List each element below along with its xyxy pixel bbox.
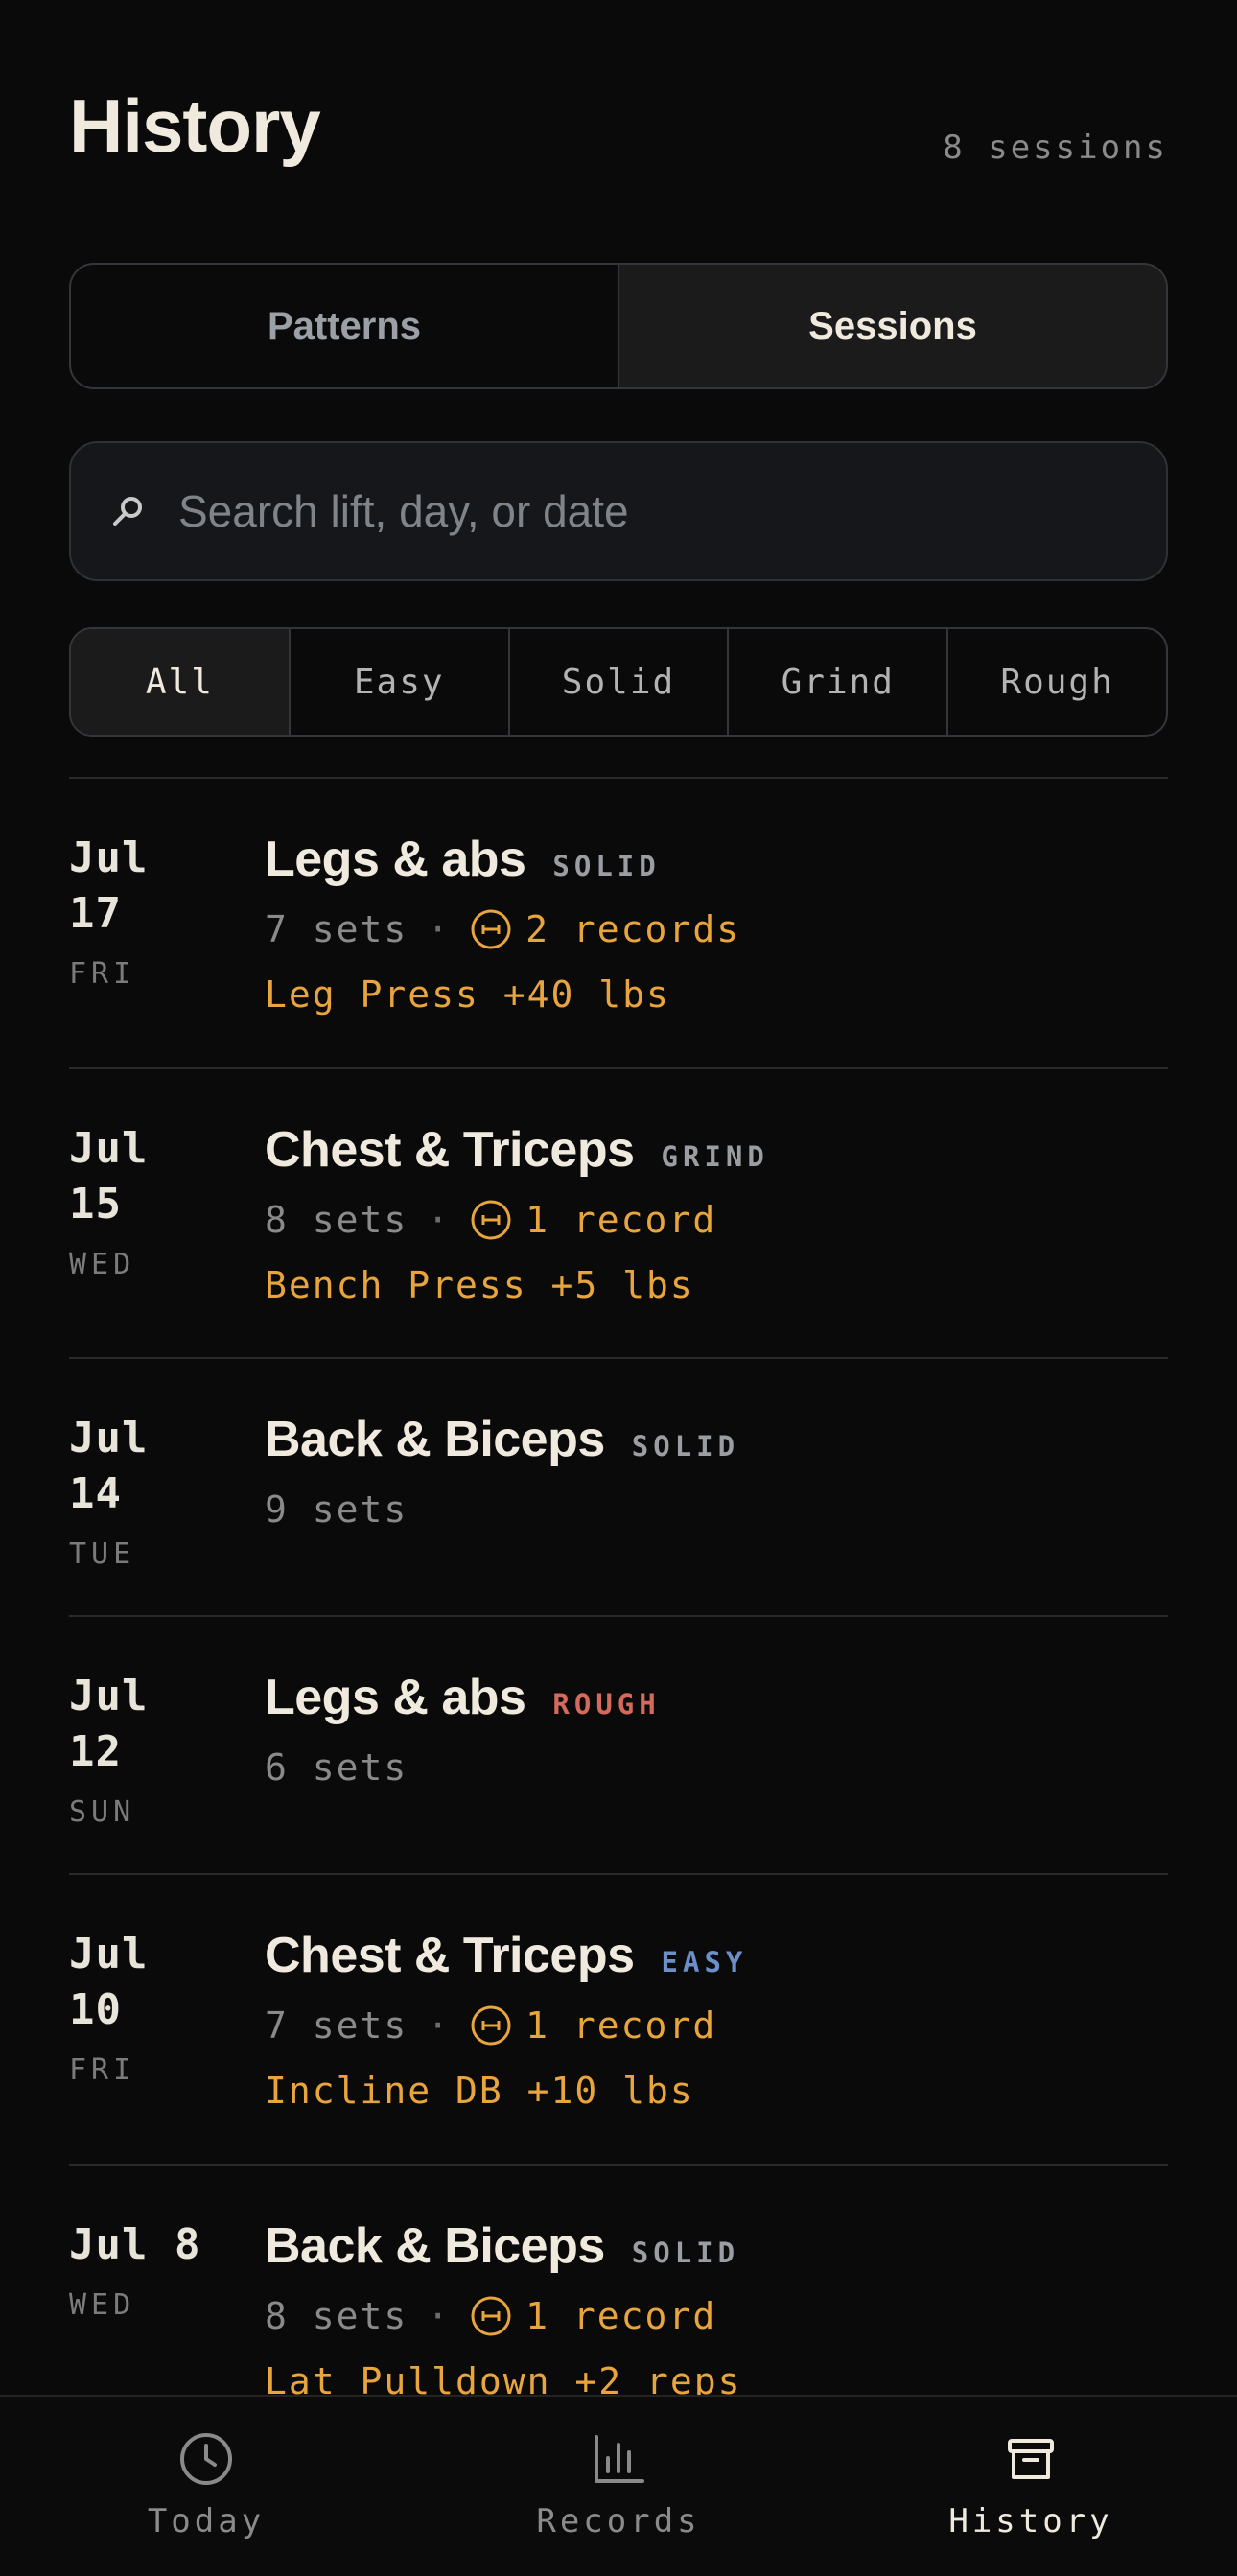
records-count: 1 record xyxy=(525,2295,717,2337)
session-count: 8 sessions xyxy=(943,129,1168,167)
session-row[interactable]: Jul 14 TUE Back & Biceps SOLID 9 sets xyxy=(69,1359,1168,1617)
filter-bar: All Easy Solid Grind Rough xyxy=(69,627,1168,737)
session-date: Jul 17 FRI xyxy=(69,831,261,991)
session-title: Chest & Triceps xyxy=(265,1122,635,1178)
clock-icon xyxy=(180,2433,232,2485)
nav-history[interactable]: History xyxy=(825,2397,1237,2576)
records-count: 1 record xyxy=(525,2004,717,2047)
session-day: 12 xyxy=(69,1727,122,1776)
session-feel-tag: SOLID xyxy=(631,2236,740,2269)
session-month: Jul xyxy=(69,833,149,882)
tab-patterns[interactable]: Patterns xyxy=(71,265,618,387)
session-title: Back & Biceps xyxy=(265,2218,605,2274)
session-date: Jul 8 WED xyxy=(69,2217,261,2322)
session-day: 10 xyxy=(69,1985,122,2034)
session-feel-tag: GRIND xyxy=(661,1140,769,1173)
nav-history-label: History xyxy=(948,2502,1113,2541)
medal-icon xyxy=(471,2296,511,2336)
session-title: Legs & abs xyxy=(265,1670,526,1725)
session-sets: 7 sets xyxy=(265,908,408,950)
session-month: Jul xyxy=(69,1414,149,1463)
nav-records-label: Records xyxy=(536,2502,701,2541)
session-weekday: WED xyxy=(69,1248,136,1281)
session-sets: 7 sets xyxy=(265,2004,408,2047)
session-month: Jul xyxy=(69,1930,149,1979)
session-sets: 8 sets xyxy=(265,2295,408,2337)
separator-dot: · xyxy=(427,1199,452,1241)
medal-icon xyxy=(471,2005,511,2046)
session-weekday: FRI xyxy=(69,2053,136,2087)
bar-chart-icon xyxy=(595,2435,644,2483)
session-day: 14 xyxy=(69,1469,122,1518)
session-month: Jul 8 xyxy=(69,2220,201,2269)
records-count: 1 record xyxy=(525,1199,717,1241)
session-weekday: SUN xyxy=(69,1795,136,1829)
session-date: Jul 10 FRI xyxy=(69,1927,261,2087)
session-records: 2 records xyxy=(470,908,740,950)
view-toggle: Patterns Sessions xyxy=(69,263,1168,389)
session-sets: 8 sets xyxy=(265,1199,408,1241)
nav-today-label: Today xyxy=(147,2502,266,2541)
records-count: 2 records xyxy=(525,908,741,950)
session-weekday: WED xyxy=(69,2288,136,2322)
session-weekday: TUE xyxy=(69,1537,136,1571)
separator-dot: · xyxy=(427,2295,452,2337)
filter-all[interactable]: All xyxy=(71,629,289,735)
session-day: 17 xyxy=(69,889,122,938)
session-title: Back & Biceps xyxy=(265,1412,605,1467)
page-title: History xyxy=(69,83,321,168)
session-date: Jul 15 WED xyxy=(69,1121,261,1281)
session-feel-tag: SOLID xyxy=(552,850,661,882)
session-row[interactable]: Jul 10 FRI Chest & Triceps EASY 7 sets ·… xyxy=(69,1875,1168,2166)
session-row[interactable]: Jul 12 SUN Legs & abs ROUGH 6 sets xyxy=(69,1617,1168,1875)
session-weekday: FRI xyxy=(69,957,136,991)
session-sets: 6 sets xyxy=(265,1746,408,1789)
session-month: Jul xyxy=(69,1672,149,1721)
archive-icon xyxy=(1008,2439,1054,2479)
session-pr: Incline DB +10 lbs xyxy=(265,2070,694,2112)
session-sets: 9 sets xyxy=(265,1488,408,1531)
session-row[interactable]: Jul 15 WED Chest & Triceps GRIND 8 sets … xyxy=(69,1069,1168,1359)
session-title: Chest & Triceps xyxy=(265,1928,635,1983)
search-icon xyxy=(107,490,150,532)
filter-rough[interactable]: Rough xyxy=(946,629,1166,735)
search-placeholder: Search lift, day, or date xyxy=(178,486,629,536)
tab-sessions[interactable]: Sessions xyxy=(618,265,1166,387)
filter-grind[interactable]: Grind xyxy=(727,629,946,735)
session-records: 1 record xyxy=(470,2004,716,2047)
search-input[interactable]: Search lift, day, or date xyxy=(69,441,1168,581)
filter-easy[interactable]: Easy xyxy=(288,629,508,735)
medal-icon xyxy=(471,1200,511,1240)
nav-records[interactable]: Records xyxy=(412,2397,825,2576)
separator-dot: · xyxy=(427,2004,452,2047)
nav-today[interactable]: Today xyxy=(0,2397,412,2576)
session-date: Jul 12 SUN xyxy=(69,1669,261,1829)
session-pr: Leg Press +40 lbs xyxy=(265,973,670,1016)
session-feel-tag: EASY xyxy=(661,1946,748,1979)
filter-solid[interactable]: Solid xyxy=(507,629,728,735)
bottom-nav: Today Records History xyxy=(0,2395,1237,2576)
session-feel-tag: SOLID xyxy=(631,1430,740,1463)
session-records: 1 record xyxy=(470,2295,716,2337)
session-month: Jul xyxy=(69,1124,149,1173)
session-row[interactable]: Jul 17 FRI Legs & abs SOLID 7 sets · 2 r… xyxy=(69,779,1168,1069)
session-feel-tag: ROUGH xyxy=(552,1688,661,1721)
session-day: 15 xyxy=(69,1180,122,1229)
session-date: Jul 14 TUE xyxy=(69,1411,261,1571)
separator-dot: · xyxy=(427,908,452,950)
session-records: 1 record xyxy=(470,1199,716,1241)
session-title: Legs & abs xyxy=(265,831,526,887)
medal-icon xyxy=(471,909,511,949)
session-pr: Bench Press +5 lbs xyxy=(265,1264,694,1306)
